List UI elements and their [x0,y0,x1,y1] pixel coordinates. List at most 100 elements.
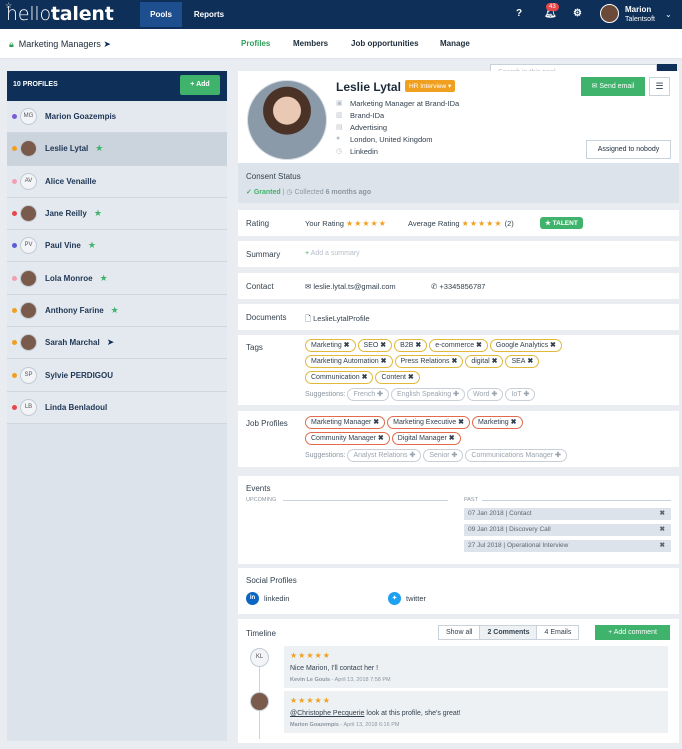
tab-manage[interactable]: Manage [440,39,470,48]
remove-icon[interactable]: ✖ [490,358,498,365]
comment-rating: ★★★★★ [290,651,331,660]
profile-list-item[interactable]: AV Alice Venaille [7,165,227,198]
profile-list-item[interactable]: Lola Monroe ★ [7,262,227,295]
remove-icon[interactable]: ✖ [660,524,665,536]
hellotalent-logo[interactable]: ☆ hellotalent [5,1,114,25]
add-profile-button[interactable]: + Add [180,75,220,95]
remove-icon[interactable]: ✖ [406,374,414,381]
event-item[interactable]: 27 Jul 2018 | Operational Interview ✖ [464,540,671,552]
remove-icon[interactable]: ✖ [509,419,517,426]
profile-name: Linda Benladoul [45,402,108,412]
remove-icon[interactable]: ✖ [379,358,387,365]
profiles-count-header: 10 PROFILES + Add [7,71,227,101]
nav-reports[interactable]: Reports [188,2,230,27]
tag-chip[interactable]: Marketing ✖ [471,416,523,429]
tag-chip[interactable]: Google Analytics ✖ [489,339,562,352]
profile-list-item[interactable]: MG Marion Goazempis [7,101,227,134]
status-dot [12,243,17,249]
tab-profiles[interactable]: Profiles [241,39,270,48]
remove-icon[interactable]: ✖ [450,358,457,365]
remove-icon[interactable]: ✖ [447,435,455,442]
user-avatar[interactable] [600,4,619,23]
tab-job-opportunities[interactable]: Job opportunities [351,39,419,48]
tag-chip[interactable]: Marketing ✖ [305,339,356,352]
mention-link[interactable]: @Christophe Pecquerie [290,710,364,717]
tag-chip[interactable]: SEA ✖ [505,355,540,368]
add-icon[interactable]: ✚ [375,391,383,398]
remove-icon[interactable]: ✖ [548,342,556,349]
add-icon[interactable]: ✚ [408,452,415,459]
add-icon[interactable]: ✚ [450,452,458,459]
document-link[interactable]: 🗋︎ LeslieLytalProfile [305,313,370,326]
star-icon: ★ [93,208,102,219]
your-rating[interactable]: Your Rating ★★★★★ [305,219,387,228]
add-icon[interactable]: ✚ [522,391,529,398]
profiles-sidebar: 10 PROFILES + Add MG Marion Goazempis Lesl… [7,71,227,741]
suggestion-chip[interactable]: English Speaking ✚ [391,388,465,401]
hamburger-menu-icon[interactable]: ☰ [649,77,670,96]
filter-emails[interactable]: 4 Emails [537,626,578,639]
candidate-name: Leslie Lytal [336,80,401,94]
remove-icon[interactable]: ✖ [342,342,350,349]
profile-list-item[interactable]: SP Sylvie PERDIGOU [7,359,227,392]
remove-icon[interactable]: ✖ [525,358,533,365]
tag-chip[interactable]: Digital Manager ✖ [391,432,461,445]
tag-chip[interactable]: e-commerce ✖ [429,339,488,352]
remove-icon[interactable]: ✖ [413,342,421,349]
help-icon[interactable]: ? [516,8,522,19]
tag-chip[interactable]: Community Manager ✖ [305,432,390,445]
tag-chip[interactable]: Marketing Automation ✖ [305,355,393,368]
suggestion-chip[interactable]: Senior ✚ [423,449,464,462]
remove-icon[interactable]: ✖ [474,342,482,349]
chevron-down-icon[interactable]: ⌄ [665,10,672,19]
twitter-link[interactable]: ✦ twitter [388,592,426,605]
tag-chip[interactable]: Press Relations ✖ [394,355,464,368]
assigned-button[interactable]: Assigned to nobody [586,140,671,159]
remove-icon[interactable]: ✖ [456,419,464,426]
profile-list-item[interactable]: PV Paul Vine ★ [7,230,227,263]
add-icon[interactable]: ✚ [553,452,561,459]
filter-show-all[interactable]: Show all [439,626,481,639]
tab-members[interactable]: Members [293,39,328,48]
profile-list-item[interactable]: LB Linda Benladoul [7,391,227,424]
add-summary-link[interactable]: + Add a summary [305,250,360,257]
tag-chip[interactable]: Communication ✖ [305,371,374,384]
add-comment-button[interactable]: + Add comment [595,625,670,640]
tag-chip[interactable]: Marketing Manager ✖ [305,416,386,429]
remove-icon[interactable]: ✖ [378,342,386,349]
user-menu[interactable]: Marion Talentsoft [625,5,655,25]
add-icon[interactable]: ✚ [451,391,459,398]
email-link[interactable]: ✉ leslie.lytal.ts@gmail.com [305,282,396,291]
tag-chip[interactable]: SEO ✖ [357,339,393,352]
suggestion-chip[interactable]: Analyst Relations ✚ [347,449,422,462]
filter-comments[interactable]: 2 Comments [480,626,538,639]
profile-list-item[interactable]: Jane Reilly ★ [7,197,227,231]
linkedin-link[interactable]: in linkedin [246,592,289,605]
send-email-button[interactable]: ✉ Send email [581,77,645,96]
tag-chip[interactable]: digital ✖ [465,355,504,368]
remove-icon[interactable]: ✖ [360,374,368,381]
remove-icon[interactable]: ✖ [660,508,665,520]
stage-badge[interactable]: HR Interview ▾ [405,80,456,92]
linkedin-icon: in [246,592,259,605]
tag-chip[interactable]: B2B ✖ [394,339,428,352]
phone-link[interactable]: ✆ +3345856787 [431,282,485,291]
suggestion-chip[interactable]: French ✚ [347,388,390,401]
event-item[interactable]: 07 Jan 2018 | Contact ✖ [464,508,671,520]
profile-list-item[interactable]: Anthony Farine ★ [7,294,227,328]
nav-pools[interactable]: Pools [140,2,182,27]
add-icon[interactable]: ✚ [490,391,498,398]
event-item[interactable]: 09 Jan 2018 | Discovery Call ✖ [464,524,671,536]
profile-list-item[interactable]: Sarah Marchal ➤ [7,327,227,360]
remove-icon[interactable]: ✖ [376,435,384,442]
profile-list-item[interactable]: Leslie Lytal ★ [7,133,227,166]
remove-icon[interactable]: ✖ [660,540,665,552]
gear-icon[interactable]: ⚙ [573,8,582,19]
suggestion-chip[interactable]: Communications Manager ✚ [465,449,567,462]
remove-icon[interactable]: ✖ [371,419,379,426]
suggestion-chip[interactable]: Word ✚ [466,388,504,401]
tag-chip[interactable]: Content ✖ [375,371,420,384]
tag-chip[interactable]: Marketing Executive ✖ [387,416,470,429]
suggestion-chip[interactable]: IoT ✚ [505,388,536,401]
upcoming-label: UPCOMING [246,497,277,503]
